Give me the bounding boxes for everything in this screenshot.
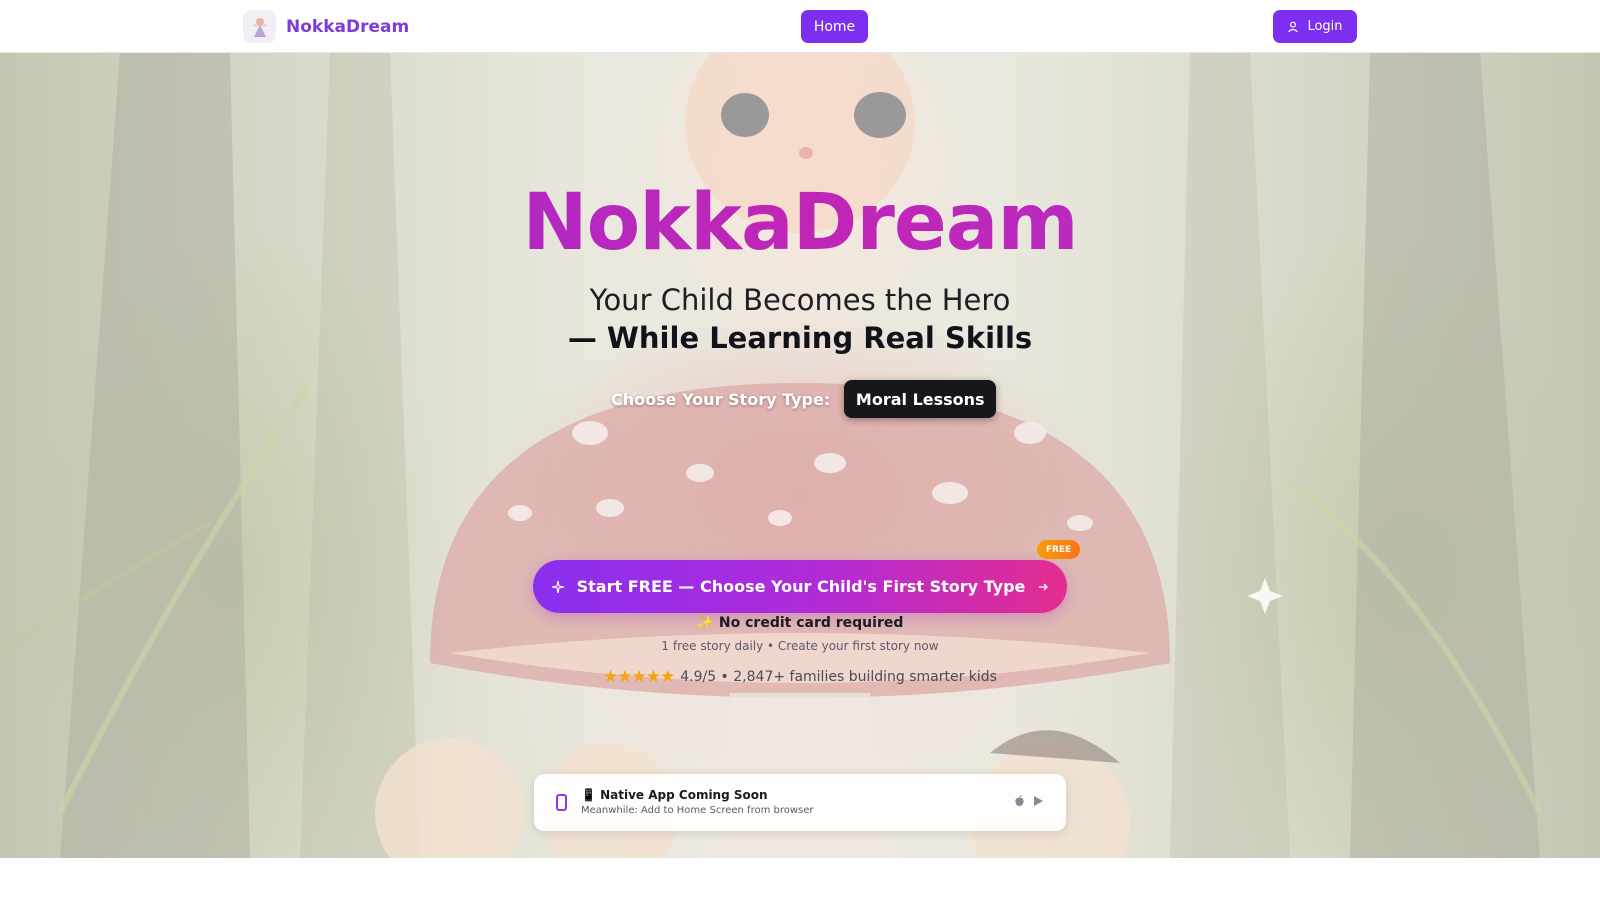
app-store-icons xyxy=(1014,795,1044,807)
rating-row: ★★★★★ 4.9/5 • 2,847+ families building s… xyxy=(0,667,1600,687)
arrow-right-icon xyxy=(1039,583,1049,590)
login-label: Login xyxy=(1307,19,1343,34)
top-nav-bar: NokkaDream Home Login xyxy=(0,0,1600,53)
login-button[interactable]: Login xyxy=(1273,10,1357,43)
free-badge: FREE xyxy=(1037,540,1080,559)
fairy-logo-icon xyxy=(251,17,268,37)
rating-text: 4.9/5 • 2,847+ families building smarter… xyxy=(680,669,997,685)
user-icon xyxy=(1288,21,1299,32)
app-notice-subtitle: Meanwhile: Add to Home Screen from brows… xyxy=(581,805,814,816)
phone-icon xyxy=(556,794,567,811)
no-credit-card-text: ✨ No credit card required xyxy=(696,615,904,631)
hero-subtitle-line2: — While Learning Real Skills xyxy=(567,321,1033,355)
rating-stars-icon: ★★★★★ xyxy=(603,667,675,687)
hero-section: NokkaDream Your Child Becomes the Hero —… xyxy=(0,53,1600,858)
story-type-selector[interactable]: Moral Lessons xyxy=(844,380,997,418)
brand-logo xyxy=(243,10,276,43)
story-type-value: Moral Lessons xyxy=(855,389,985,409)
brand-link[interactable]: NokkaDream xyxy=(243,10,409,43)
hero-title: NokkaDream xyxy=(0,178,1600,268)
app-notice-title: 📱 Native App Coming Soon xyxy=(581,788,768,802)
cta-label: Start FREE — Choose Your Child's First S… xyxy=(576,577,1026,596)
start-free-cta-button[interactable]: Start FREE — Choose Your Child's First S… xyxy=(533,560,1067,613)
story-type-row: Choose Your Story Type: Moral Lessons xyxy=(611,380,997,418)
nav-home-button[interactable]: Home xyxy=(801,10,868,43)
story-type-label: Choose Your Story Type: xyxy=(611,389,831,409)
hero-veil xyxy=(0,53,1600,858)
native-app-notice-card: 📱 Native App Coming Soon Meanwhile: Add … xyxy=(534,774,1066,831)
brand-name: NokkaDream xyxy=(286,16,410,37)
sparkles-icon xyxy=(551,580,564,593)
free-daily-text: 1 free story daily • Create your first s… xyxy=(661,639,939,653)
play-store-icon xyxy=(1034,796,1043,806)
hero-subtitle-line1: Your Child Becomes the Hero xyxy=(589,283,1011,317)
apple-icon xyxy=(1015,795,1024,806)
